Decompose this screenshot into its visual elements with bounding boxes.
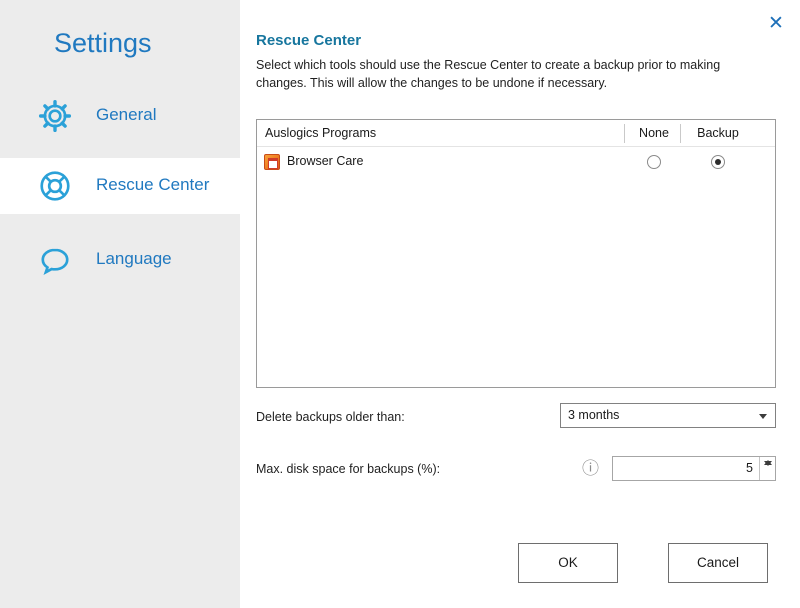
- cancel-button[interactable]: Cancel: [668, 543, 768, 583]
- sidebar: Settings: [0, 0, 240, 608]
- header-separator: [680, 124, 681, 143]
- dropdown-selected-value: 3 months: [568, 408, 619, 422]
- ok-button[interactable]: OK: [518, 543, 618, 583]
- spinner-buttons: [759, 457, 775, 480]
- sidebar-item-label: General: [96, 105, 156, 125]
- delete-backups-dropdown[interactable]: 3 months: [560, 403, 776, 428]
- column-header-programs: Auslogics Programs: [265, 126, 376, 140]
- column-header-none: None: [628, 126, 680, 140]
- sidebar-item-language[interactable]: Language: [0, 232, 240, 288]
- radio-backup[interactable]: [711, 155, 725, 169]
- sidebar-item-general[interactable]: General: [0, 88, 240, 144]
- settings-window: Settings: [0, 0, 800, 608]
- max-disk-label: Max. disk space for backups (%):: [256, 462, 440, 476]
- header-separator: [624, 124, 625, 143]
- page-title: Rescue Center: [256, 32, 361, 49]
- sidebar-item-rescue-center[interactable]: Rescue Center: [0, 158, 240, 214]
- table-header: Auslogics Programs None Backup: [257, 120, 775, 147]
- info-icon[interactable]: ⓘ: [582, 460, 599, 477]
- programs-table: Auslogics Programs None Backup Browser C…: [256, 119, 776, 388]
- program-name: Browser Care: [287, 154, 363, 168]
- column-header-backup: Backup: [684, 126, 752, 140]
- settings-title: Settings: [54, 28, 152, 59]
- table-row: Browser Care: [257, 147, 775, 177]
- gear-icon: [38, 99, 72, 133]
- delete-backups-label: Delete backups older than:: [256, 410, 405, 424]
- sidebar-item-label: Rescue Center: [96, 175, 209, 195]
- sidebar-item-label: Language: [96, 249, 172, 269]
- speech-bubble-icon: [38, 243, 72, 277]
- lifebuoy-icon: [38, 169, 72, 203]
- radio-none[interactable]: [647, 155, 661, 169]
- chevron-down-icon: [759, 414, 767, 419]
- max-disk-spinner[interactable]: 5: [612, 456, 776, 481]
- spinner-value: 5: [746, 461, 753, 475]
- close-icon[interactable]: ✕: [762, 10, 790, 38]
- browser-care-icon: [264, 154, 280, 170]
- page-description: Select which tools should use the Rescue…: [256, 56, 774, 92]
- down-arrow-icon: [764, 461, 772, 466]
